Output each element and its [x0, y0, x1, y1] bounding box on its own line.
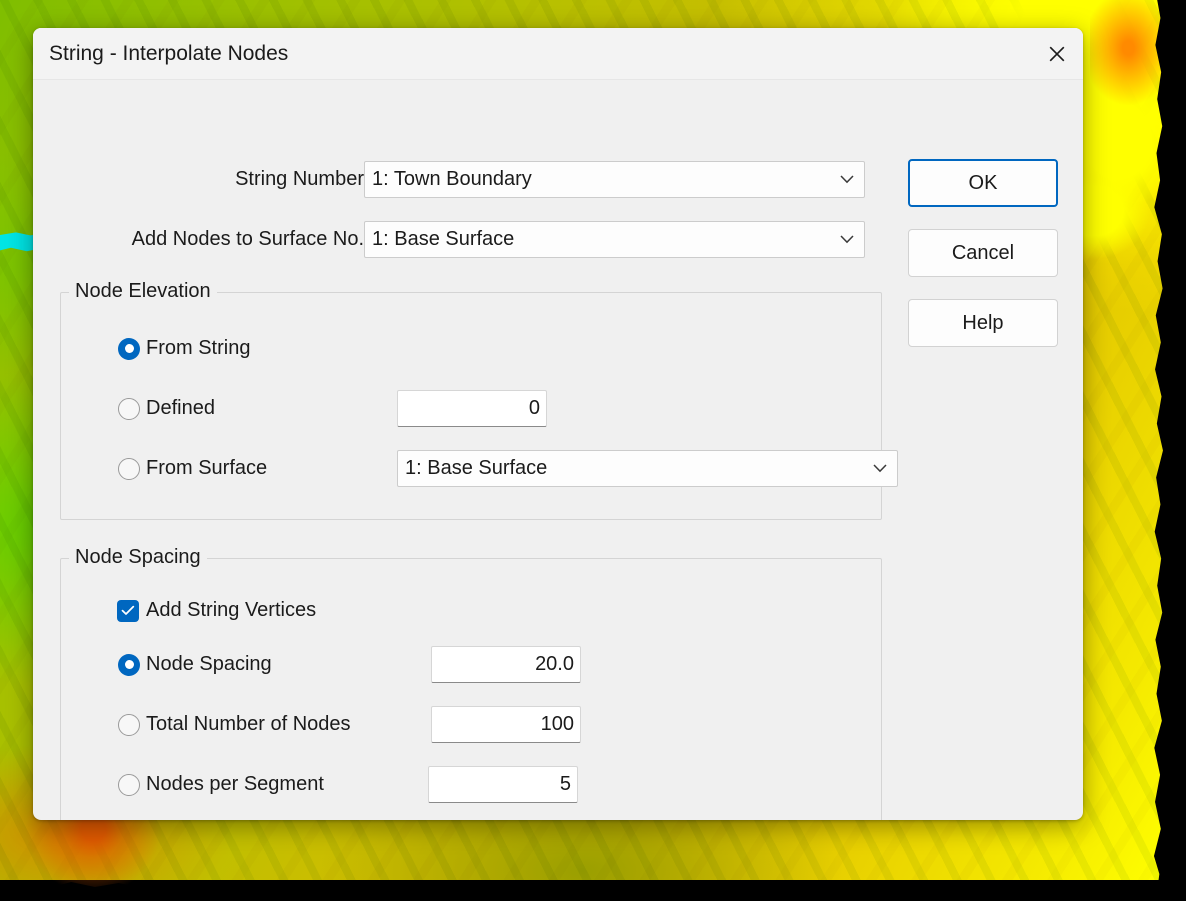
ok-button[interactable]: OK: [908, 159, 1058, 207]
radio-indicator: [118, 713, 140, 736]
radio-nodes-per-segment-label: Nodes per Segment: [146, 773, 324, 795]
node-spacing-input[interactable]: 20.0: [431, 646, 581, 683]
radio-node-spacing-label: Node Spacing: [146, 653, 272, 675]
radio-defined-label: Defined: [146, 397, 215, 419]
add-nodes-to-surface-dropdown[interactable]: 1: Base Surface: [364, 221, 865, 258]
radio-from-surface[interactable]: From Surface: [118, 457, 267, 480]
add-string-vertices-label: Add String Vertices: [146, 599, 317, 621]
node-spacing-title: Node Spacing: [69, 546, 207, 569]
radio-from-string[interactable]: From String: [118, 337, 250, 360]
chevron-down-icon: [830, 175, 864, 184]
string-number-value: 1: Town Boundary: [372, 168, 532, 190]
cancel-button[interactable]: Cancel: [908, 229, 1058, 277]
dialog-body: String Number 1: Town Boundary Add Nodes…: [33, 80, 1083, 820]
node-spacing-groupbox: Node Spacing Add String Vertices Node Sp…: [60, 546, 882, 820]
radio-total-number-of-nodes-label: Total Number of Nodes: [146, 713, 351, 735]
radio-indicator: [118, 653, 140, 676]
add-nodes-to-surface-label: Add Nodes to Surface No.: [131, 228, 364, 250]
radio-node-spacing[interactable]: Node Spacing: [118, 653, 272, 676]
radio-from-string-label: From String: [146, 337, 251, 359]
from-surface-dropdown[interactable]: 1: Base Surface: [397, 450, 898, 487]
radio-from-surface-label: From Surface: [146, 457, 268, 479]
string-number-dropdown[interactable]: 1: Town Boundary: [364, 161, 865, 198]
help-button[interactable]: Help: [908, 299, 1058, 347]
chevron-down-icon: [863, 464, 897, 473]
node-elevation-title: Node Elevation: [69, 280, 217, 303]
radio-indicator: [118, 337, 140, 360]
radio-indicator: [118, 773, 140, 796]
node-elevation-groupbox: Node Elevation From String Defined 0 Fro…: [60, 280, 898, 520]
total-number-of-nodes-input[interactable]: 100: [431, 706, 581, 743]
dialog-title: String - Interpolate Nodes: [49, 42, 289, 65]
chevron-down-icon: [830, 235, 864, 244]
radio-total-number-of-nodes[interactable]: Total Number of Nodes: [118, 713, 351, 736]
add-nodes-to-surface-value: 1: Base Surface: [372, 228, 515, 250]
checkmark-icon: [117, 599, 139, 622]
checkbox-add-string-vertices[interactable]: Add String Vertices: [117, 599, 316, 622]
interpolate-nodes-dialog: String - Interpolate Nodes String Number…: [33, 28, 1083, 820]
radio-indicator: [118, 457, 140, 480]
radio-nodes-per-segment[interactable]: Nodes per Segment: [118, 773, 324, 796]
dialog-titlebar: String - Interpolate Nodes: [33, 28, 1083, 80]
string-number-label: String Number: [235, 168, 364, 190]
nodes-per-segment-input[interactable]: 5: [428, 766, 578, 803]
close-icon[interactable]: [1031, 28, 1083, 79]
defined-elevation-input[interactable]: 0: [397, 390, 547, 427]
from-surface-value: 1: Base Surface: [405, 457, 548, 479]
radio-indicator: [118, 397, 140, 420]
radio-defined[interactable]: Defined: [118, 397, 215, 420]
